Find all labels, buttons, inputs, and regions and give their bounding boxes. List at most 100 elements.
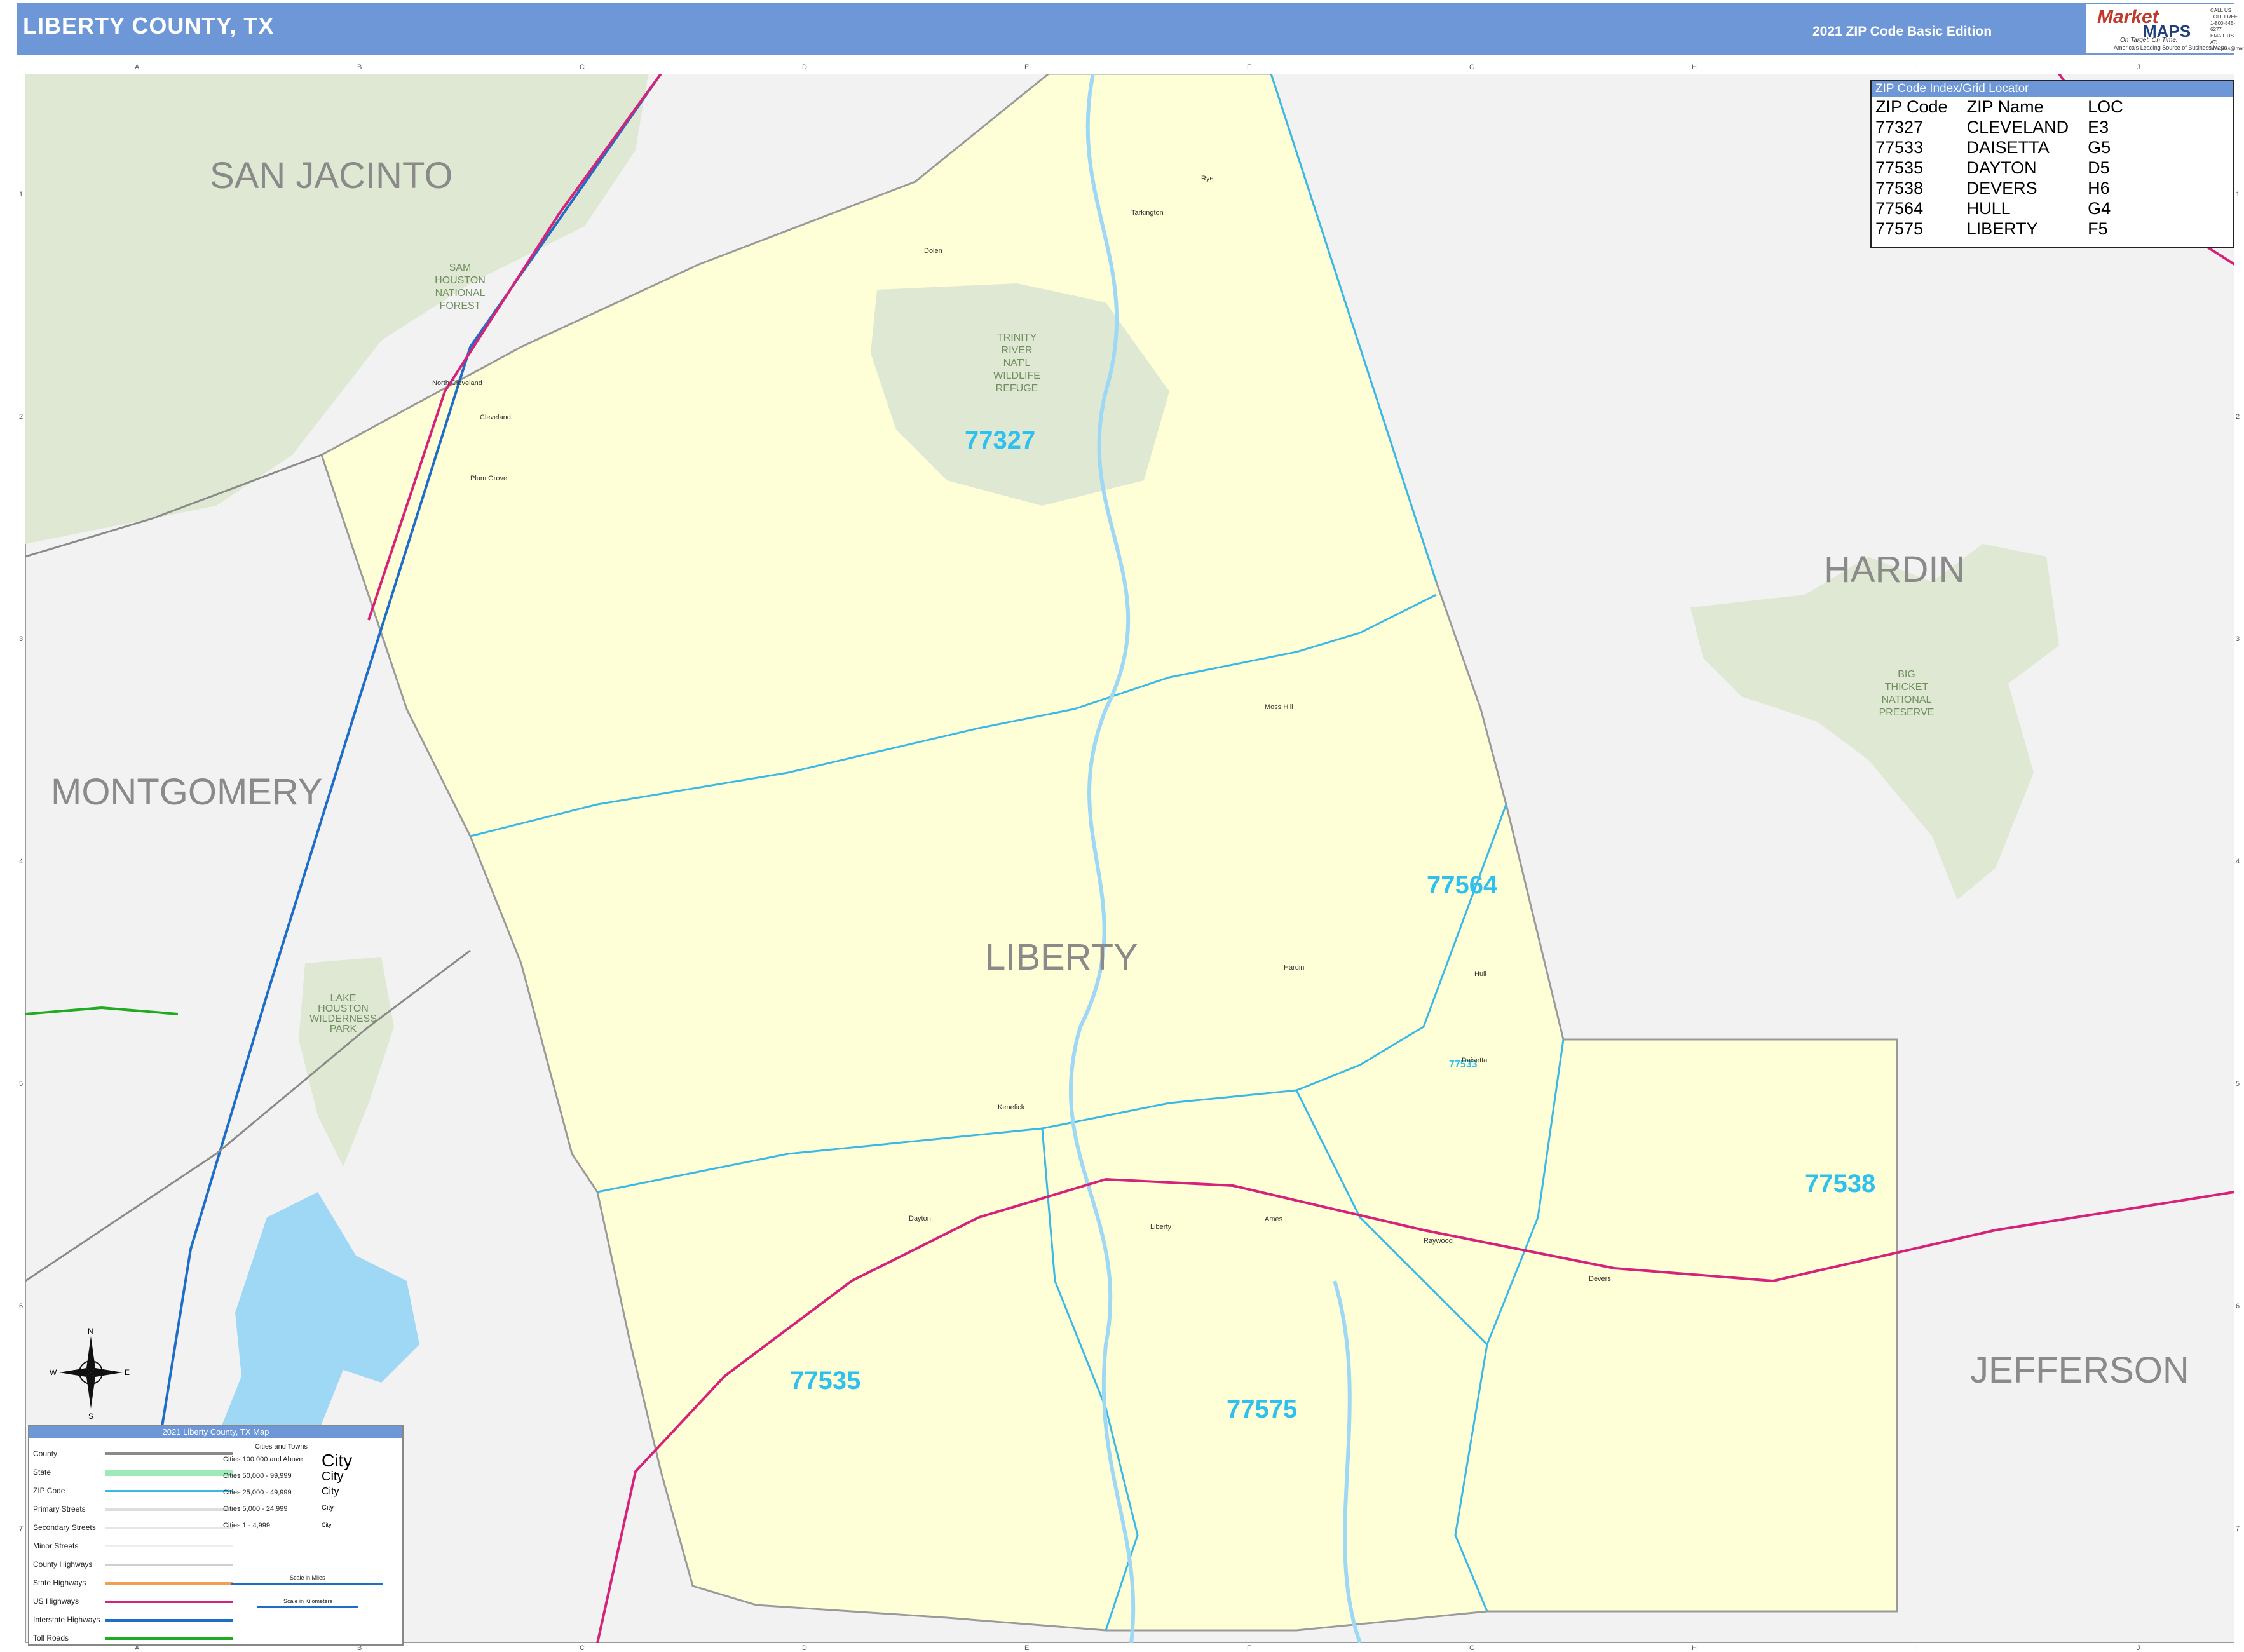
compass-s: S: [88, 1412, 93, 1420]
grid-row-label: 6: [19, 1303, 24, 1310]
park-label-line: TRINITY: [997, 332, 1037, 343]
table-row: 77538 DEVERS H6: [1875, 178, 2142, 198]
legend-item: Secondary Streets: [33, 1523, 96, 1532]
grid-col-label: H: [1692, 64, 1697, 71]
loc-cell: G5: [2088, 138, 2111, 157]
park-label-line: PARK: [330, 1024, 357, 1034]
park-label-line: THICKET: [1885, 682, 1929, 693]
legend-city-example: City: [322, 1522, 332, 1528]
scale-bar-miles: [231, 1583, 383, 1585]
table-row: 77535 DAYTON D5: [1875, 158, 2142, 178]
table-row: 77533 DAISETTA G5: [1875, 137, 2142, 158]
table-row: 77564 HULL G4: [1875, 198, 2142, 219]
legend-city-example: City: [322, 1451, 353, 1470]
zip-label-77535: 77535: [790, 1367, 860, 1395]
legend-item: ZIP Code: [33, 1486, 65, 1495]
legend-swatch: [105, 1564, 233, 1566]
town-label: Dolen: [924, 247, 942, 255]
grid-col-label: G: [1469, 64, 1475, 71]
legend-cities-title: Cities and Towns: [255, 1443, 308, 1451]
loc-cell: F5: [2088, 219, 2108, 238]
town-label: Rye: [1201, 175, 1214, 182]
town-label: Dayton: [909, 1215, 931, 1222]
legend-item: County: [33, 1449, 58, 1458]
grid-row-label: 7: [2236, 1525, 2240, 1533]
park-label-line: WILDLIFE: [993, 370, 1040, 381]
legend-swatch: [105, 1508, 233, 1511]
legend-swatch: [105, 1452, 233, 1455]
grid-row-label: 4: [2236, 858, 2240, 865]
grid-col-label: F: [1247, 1644, 1251, 1652]
grid-col-label: B: [357, 64, 362, 71]
legend-item: State Highways: [33, 1578, 86, 1587]
grid-col-label: C: [580, 1644, 585, 1652]
zip-label-77575: 77575: [1227, 1395, 1297, 1423]
table-row: 77327 CLEVELAND E3: [1875, 117, 2142, 137]
town-label: Hardin: [1284, 964, 1304, 972]
grid-col-label: H: [1692, 1644, 1697, 1652]
grid-col-label: F: [1247, 64, 1251, 71]
park-label-line: FOREST: [440, 301, 481, 311]
legend-city-example: City: [322, 1486, 339, 1497]
legend-city-class: Cities 100,000 and Above: [223, 1456, 303, 1463]
legend-item: State: [33, 1468, 51, 1477]
logo-tagline: On Target. On Time.: [2120, 37, 2178, 44]
legend-swatch: [105, 1619, 233, 1622]
county-label-hardin: HARDIN: [1824, 549, 1965, 590]
park-label-line: PRESERVE: [1879, 707, 1935, 718]
grid-row-label: 5: [19, 1080, 24, 1088]
map-title: LIBERTY COUNTY, TX: [23, 13, 275, 39]
zip-label-77538: 77538: [1805, 1170, 1875, 1198]
legend-swatch: [105, 1470, 233, 1476]
park-label-line: HOUSTON: [435, 275, 486, 286]
grid-row-label: 2: [2236, 413, 2240, 421]
zip-label-77564: 77564: [1427, 871, 1498, 899]
grid-row-label: 7: [19, 1525, 24, 1533]
grid-col-label: I: [1914, 64, 1917, 71]
legend-item: Interstate Highways: [33, 1615, 100, 1624]
legend-city-class: Cities 25,000 - 49,999: [223, 1489, 292, 1496]
legend-city-class: Cities 5,000 - 24,999: [223, 1505, 288, 1513]
legend-item: Toll Roads: [33, 1634, 69, 1642]
county-map[interactable]: SAN JACINTO MONTGOMERY HARDIN JEFFERSON …: [25, 74, 2234, 1643]
grid-row-label: 2: [19, 413, 24, 421]
grid-row-label: 3: [19, 635, 24, 643]
grid-col-label: D: [802, 64, 807, 71]
county-label-liberty: LIBERTY: [985, 937, 1138, 978]
logo-contact: CALL US TOLL FREE 1-800-845-6277 · EMAIL…: [2210, 8, 2244, 51]
grid-col-label: D: [802, 1644, 807, 1652]
zip-name-cell: LIBERTY: [1966, 219, 2038, 238]
grid-col-label: E: [1024, 1644, 1030, 1652]
town-label: Devers: [1589, 1275, 1611, 1283]
zip-name-cell: HULL: [1966, 199, 2011, 218]
town-label: Liberty: [1150, 1223, 1172, 1231]
table-header-cell: LOC: [2088, 97, 2123, 116]
compass-rose-icon: N S E W: [50, 1327, 130, 1420]
legend-item: US Highways: [33, 1597, 79, 1606]
legend-item: Minor Streets: [33, 1541, 79, 1550]
legend-city-class: Cities 1 - 4,999: [223, 1522, 270, 1529]
park-label-line: REFUGE: [996, 383, 1038, 394]
zip-name-cell: DAISETTA: [1966, 138, 2050, 157]
zip-cell: 77535: [1875, 158, 1924, 177]
town-label: Ames: [1265, 1215, 1283, 1223]
compass-e: E: [125, 1368, 130, 1377]
grid-col-label: J: [2137, 64, 2140, 71]
zip-index-table: ZIP Code ZIP Name LOC 77327 CLEVELAND E3…: [1875, 97, 2142, 239]
town-label: Raywood: [1424, 1237, 1453, 1245]
loc-cell: D5: [2088, 158, 2110, 177]
grid-col-label: E: [1024, 64, 1030, 71]
grid-row-label: 6: [2236, 1303, 2240, 1310]
zip-cell: 77533: [1875, 138, 1924, 157]
town-label: Cleveland: [480, 414, 511, 421]
grid-col-label: I: [1914, 1644, 1917, 1652]
market-maps-logo: Market MAPS On Target. On Time. America'…: [2086, 4, 2244, 53]
zip-cell: 77575: [1875, 219, 1924, 238]
park-label-line: SAM: [449, 262, 472, 273]
map-header: LIBERTY COUNTY, TX 2021 ZIP Code Basic E…: [17, 3, 2244, 55]
zip-cell: 77564: [1875, 199, 1924, 218]
park-label-line: NATIONAL: [435, 288, 486, 299]
park-label-line: NAT'L: [1003, 358, 1031, 369]
town-label: Kenefick: [998, 1104, 1025, 1111]
park-label-line: LAKE: [330, 993, 357, 1004]
